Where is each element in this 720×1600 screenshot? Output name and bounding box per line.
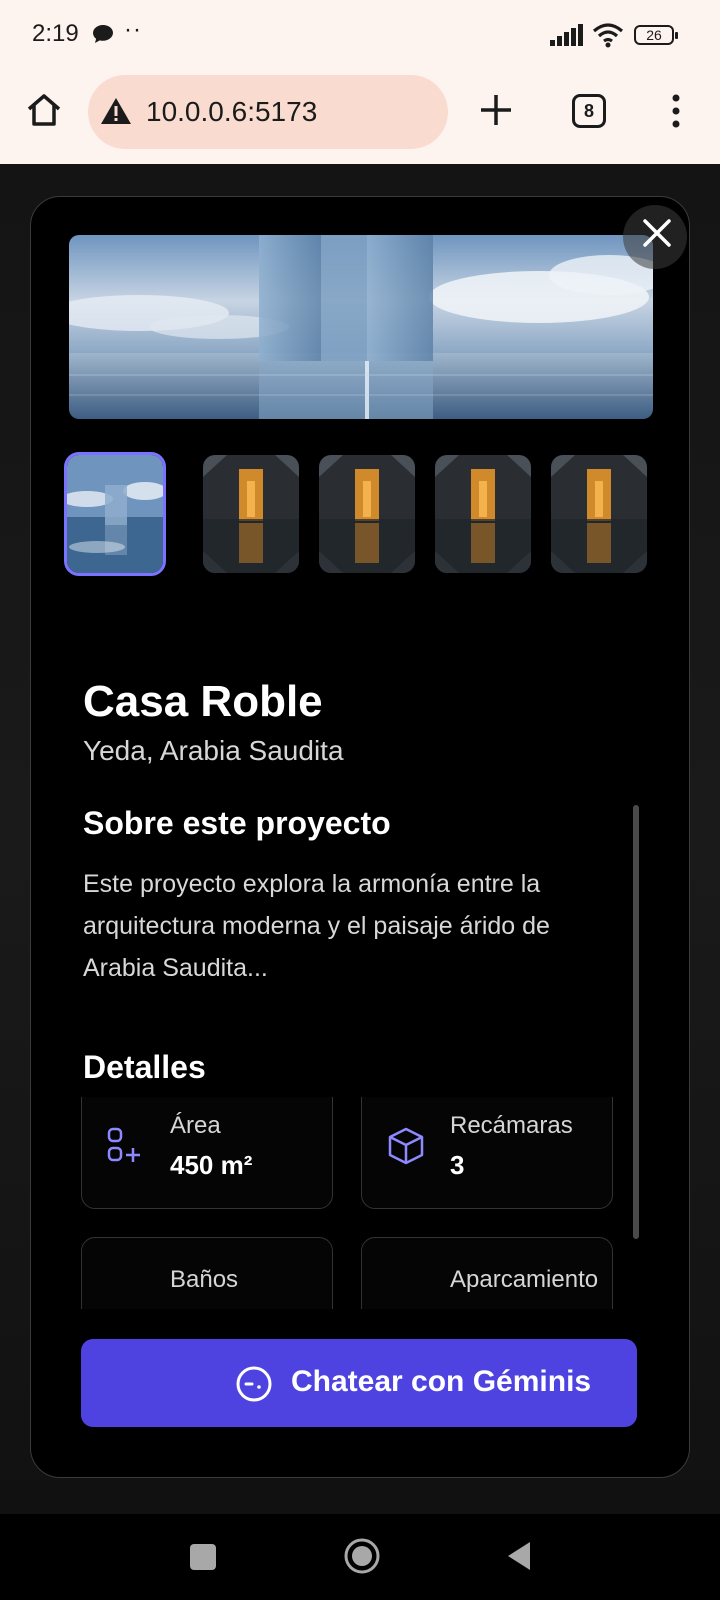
bath-icon	[106, 1280, 144, 1309]
battery-indicator: 26	[634, 25, 678, 45]
home-icon[interactable]	[24, 90, 64, 130]
detail-label: Baños	[170, 1266, 239, 1293]
area-icon	[106, 1126, 144, 1171]
detail-label: Área	[170, 1112, 221, 1139]
detail-card-bedrooms: Recámaras 3	[361, 1097, 613, 1209]
gallery-thumbnail-4[interactable]	[435, 455, 531, 573]
about-description: Este proyecto explora la armonía entre l…	[83, 870, 550, 982]
tab-switcher-button[interactable]: 8	[572, 94, 606, 128]
system-nav-bar	[0, 1514, 720, 1600]
gallery-thumbnail-5[interactable]	[551, 455, 647, 573]
detail-label: Aparcamiento	[450, 1266, 599, 1293]
signal-icon	[550, 24, 584, 51]
status-time: 2:19	[32, 20, 79, 47]
detail-card-area: Área 450 m²	[81, 1097, 333, 1209]
detail-card-parking: Aparcamiento	[361, 1237, 613, 1309]
main-project-image	[69, 235, 653, 419]
close-icon	[643, 219, 671, 247]
project-location: Yeda, Arabia Saudita	[83, 735, 344, 766]
project-title: Casa Roble	[83, 677, 323, 726]
project-modal: Casa Roble Yeda, Arabia Saudita Sobre es…	[30, 196, 690, 1478]
about-heading: Sobre este proyecto	[83, 805, 391, 841]
details-heading: Detalles	[83, 1049, 206, 1085]
back-icon[interactable]	[502, 1538, 534, 1579]
gallery-thumbnail-1[interactable]	[64, 452, 166, 576]
cube-icon	[386, 1126, 426, 1171]
new-tab-icon[interactable]	[476, 90, 516, 130]
status-more-dots: ··	[124, 16, 142, 43]
wifi-icon	[592, 22, 624, 53]
detail-value: 3	[450, 1150, 465, 1180]
status-bar: 2:19 ·· 26	[0, 0, 720, 70]
warning-icon[interactable]	[100, 96, 132, 131]
gallery-thumbnail-2[interactable]	[203, 455, 299, 573]
detail-value: 450 m²	[170, 1150, 253, 1180]
detail-card-bathrooms: Baños	[81, 1237, 333, 1309]
chat-with-gemini-button[interactable]: Chatear con Géminis	[81, 1339, 637, 1427]
url-text[interactable]: 10.0.0.6:5173	[146, 96, 317, 128]
home-nav-icon[interactable]	[342, 1536, 382, 1581]
browser-toolbar: 10.0.0.6:5173 8	[0, 70, 720, 164]
details-grid: Área 450 m² Recámaras 3 Baños Aparcamien…	[31, 1097, 689, 1309]
close-button[interactable]	[623, 205, 687, 269]
gallery-thumbnail-3[interactable]	[319, 455, 415, 573]
chat-icon	[235, 1365, 273, 1408]
detail-label: Recámaras	[450, 1112, 573, 1139]
more-menu-icon[interactable]	[666, 92, 686, 132]
chat-bubble-icon	[92, 24, 114, 49]
recents-icon[interactable]	[190, 1544, 216, 1570]
chat-button-label: Chatear con Géminis	[291, 1365, 592, 1398]
